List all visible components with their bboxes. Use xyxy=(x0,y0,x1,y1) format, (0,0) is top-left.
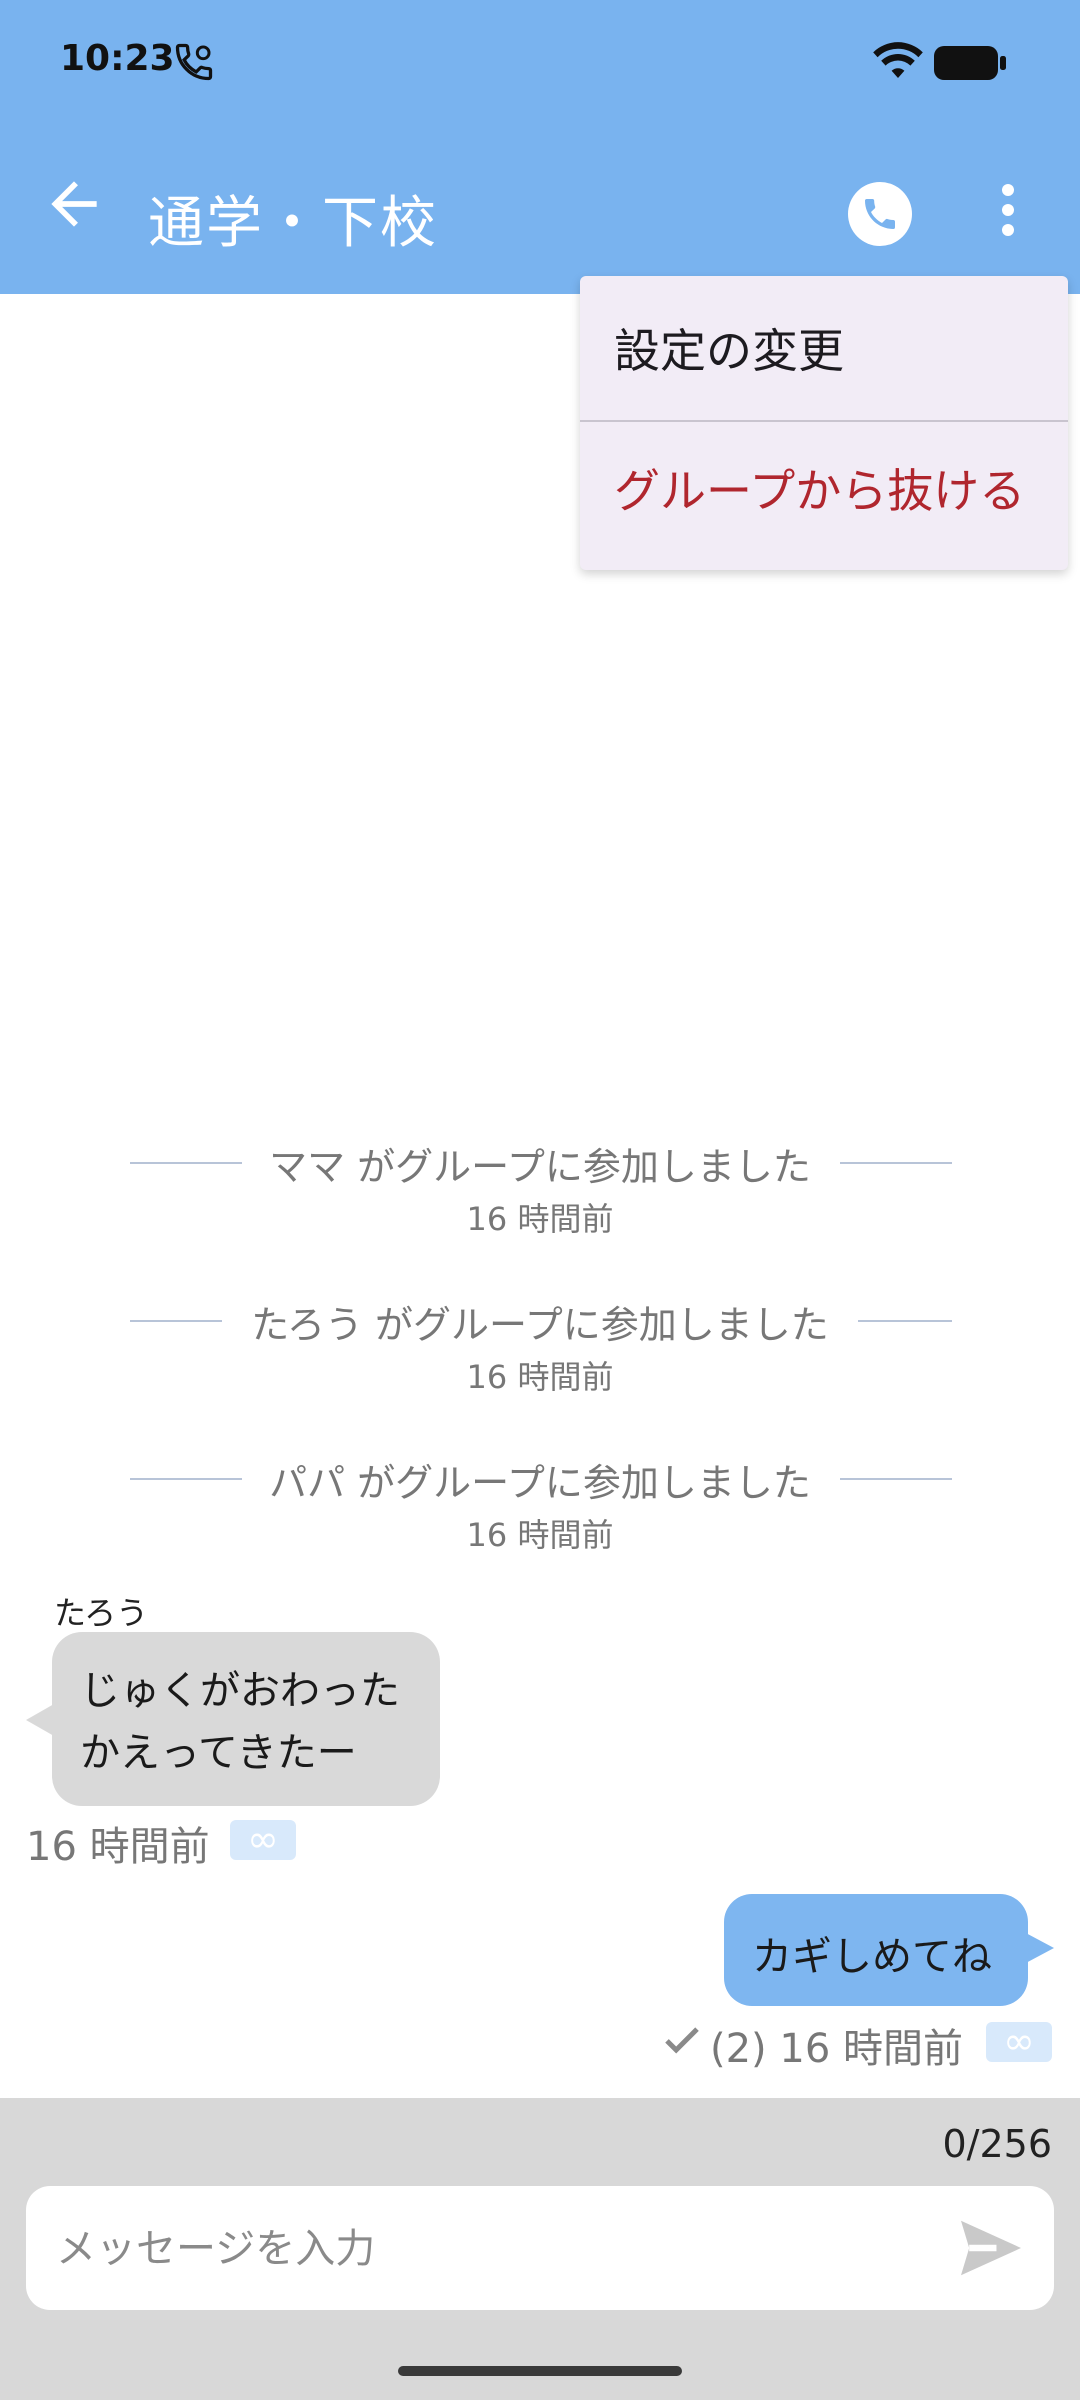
system-message-text: パパ がグループに参加しました xyxy=(269,1461,811,1505)
back-arrow-icon[interactable] xyxy=(40,170,108,238)
infinity-badge: ∞ xyxy=(986,2022,1052,2062)
system-message: たろう がグループに参加しました 16 時間前 xyxy=(0,1290,1080,1396)
call-button[interactable] xyxy=(848,182,912,246)
dot xyxy=(1002,224,1014,236)
menu-divider xyxy=(580,420,1068,422)
call-status-icon xyxy=(175,43,213,81)
system-message-text: たろう がグループに参加しました xyxy=(251,1303,829,1347)
message-text: じゅくがおわった かえってきたー xyxy=(80,1660,400,1784)
outgoing-message-bubble[interactable]: カギしめてね xyxy=(724,1894,1028,2006)
status-bar: 10:23 xyxy=(0,0,1080,126)
chat-title: 通学・下校 xyxy=(148,191,438,256)
read-check-icon xyxy=(665,2027,699,2054)
message-input[interactable] xyxy=(54,2204,938,2294)
system-message-text: ママ がグループに参加しました xyxy=(269,1145,811,1189)
menu-item-settings[interactable]: 設定の変更 xyxy=(580,286,1068,416)
system-message-time: 16 時間前 xyxy=(466,1200,614,1238)
status-time: 10:23 xyxy=(60,38,175,79)
dot xyxy=(1002,184,1014,196)
message-text: カギしめてね xyxy=(752,1934,992,1980)
infinity-badge: ∞ xyxy=(230,1820,296,1860)
system-message-time: 16 時間前 xyxy=(466,1358,614,1396)
message-composer: 0/256 xyxy=(0,2098,1080,2400)
dot xyxy=(1002,204,1014,216)
incoming-message-bubble[interactable]: じゅくがおわった かえってきたー xyxy=(52,1632,440,1806)
wifi-icon xyxy=(873,42,923,78)
phone-icon xyxy=(865,199,895,229)
system-message: ママ がグループに参加しました 16 時間前 xyxy=(0,1132,1080,1238)
character-count: 0/256 xyxy=(942,2122,1052,2166)
bubble-tail xyxy=(26,1704,54,1736)
battery-icon xyxy=(934,46,1006,80)
sender-name: たろう xyxy=(54,1594,149,1632)
overflow-menu: 設定の変更 グループから抜ける xyxy=(580,276,1068,570)
message-line: かえってきたー xyxy=(80,1730,357,1776)
app-bar: 通学・下校 xyxy=(0,126,1080,294)
system-message: パパ がグループに参加しました 16 時間前 xyxy=(0,1448,1080,1554)
more-options-icon[interactable] xyxy=(980,170,1036,250)
home-indicator xyxy=(398,2366,682,2376)
send-icon[interactable] xyxy=(958,2218,1024,2278)
system-message-time: 16 時間前 xyxy=(466,1516,614,1554)
message-line: じゅくがおわった xyxy=(80,1668,400,1714)
read-status: (2) 16 時間前 xyxy=(710,2026,963,2072)
message-input-box xyxy=(26,2186,1054,2310)
menu-item-leave-group[interactable]: グループから抜ける xyxy=(580,426,1068,556)
bubble-tail xyxy=(1024,1932,1054,1964)
message-time: 16 時間前 xyxy=(26,1824,210,1870)
